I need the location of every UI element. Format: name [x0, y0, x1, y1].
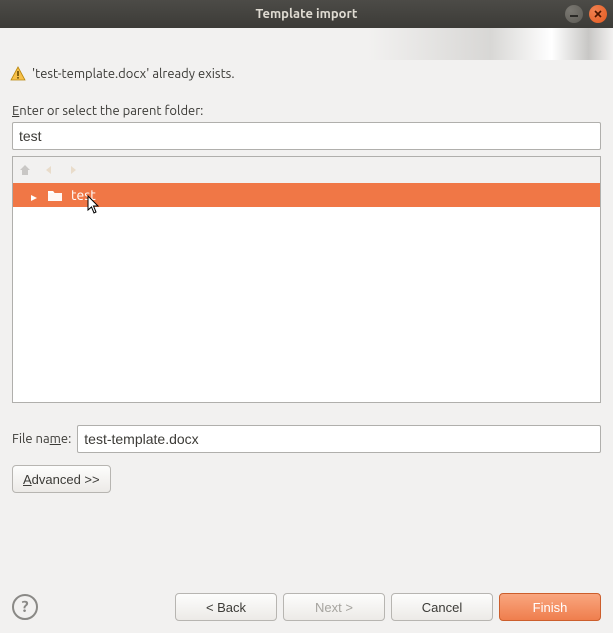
- next-button: Next >: [283, 593, 385, 621]
- back-button[interactable]: < Back: [175, 593, 277, 621]
- cancel-button[interactable]: Cancel: [391, 593, 493, 621]
- warning-icon: [10, 66, 26, 82]
- advanced-row: Advanced >>: [0, 453, 613, 493]
- filename-label: File name:: [12, 432, 71, 446]
- tree-item-test[interactable]: test: [13, 183, 600, 207]
- advanced-button[interactable]: Advanced >>: [12, 465, 111, 493]
- close-button[interactable]: [589, 5, 607, 23]
- expand-arrow-icon[interactable]: [29, 190, 39, 200]
- dialog-body: 'test-template.docx' already exists. Ent…: [0, 28, 613, 493]
- tree-item-label: test: [71, 187, 96, 203]
- warning-text: 'test-template.docx' already exists.: [32, 67, 235, 81]
- minimize-button[interactable]: [565, 5, 583, 23]
- folder-tree[interactable]: test: [12, 183, 601, 403]
- filename-row: File name:: [0, 403, 613, 453]
- folder-icon: [47, 188, 63, 202]
- parent-folder-input[interactable]: [12, 122, 601, 150]
- forward-icon[interactable]: [65, 162, 81, 178]
- window-controls: [565, 5, 607, 23]
- help-button[interactable]: ?: [12, 594, 38, 620]
- filename-input[interactable]: [77, 425, 601, 453]
- parent-folder-label: Enter or select the parent folder:: [12, 104, 601, 118]
- back-icon[interactable]: [41, 162, 57, 178]
- titlebar: Template import: [0, 0, 613, 28]
- header-banner: [0, 28, 613, 60]
- nav-toolbar: [12, 156, 601, 183]
- window-title: Template import: [8, 7, 605, 21]
- folder-section: Enter or select the parent folder: t: [0, 92, 613, 403]
- finish-button[interactable]: Finish: [499, 593, 601, 621]
- warning-row: 'test-template.docx' already exists.: [0, 60, 613, 92]
- home-icon[interactable]: [17, 162, 33, 178]
- dialog-button-bar: ? < Back Next > Cancel Finish: [0, 581, 613, 633]
